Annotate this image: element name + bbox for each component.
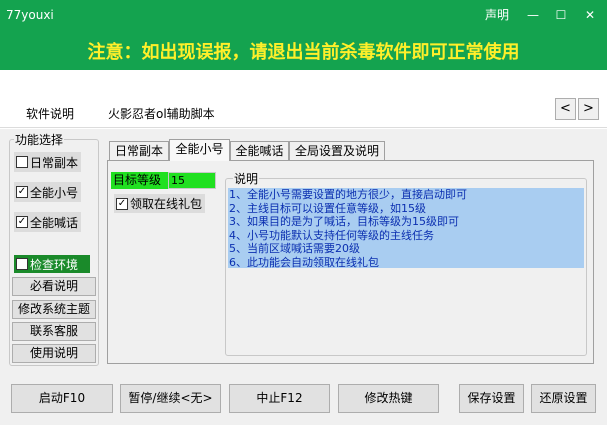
main-tab-strip bbox=[0, 96, 607, 128]
check-env-label: 检查环境 bbox=[30, 257, 79, 272]
pause-resume-button[interactable]: 暂停/继续<无> bbox=[120, 384, 221, 413]
target-level-label: 目标等级 bbox=[111, 172, 168, 189]
check-environment-checkbox[interactable]: 检查环境 bbox=[14, 255, 90, 273]
tab-prev-icon[interactable]: < bbox=[555, 98, 576, 120]
window-title: 77youxi bbox=[6, 8, 54, 22]
tab-shout[interactable]: 全能喊话 bbox=[230, 141, 289, 161]
description-title: 说明 bbox=[233, 170, 260, 187]
list-item: 6、此功能会自动领取在线礼包 bbox=[229, 255, 379, 269]
online-gift-checkbox[interactable]: ✓ 领取在线礼包 bbox=[114, 194, 206, 213]
gift-label: 领取在线礼包 bbox=[130, 197, 203, 211]
list-item: 4、小号功能默认支持任何等级的主线任务 bbox=[229, 228, 434, 242]
function-groupbox-title: 功能选择 bbox=[14, 131, 65, 148]
contact-support-button[interactable]: 联系客服 bbox=[12, 322, 96, 341]
checkbox-box bbox=[16, 258, 28, 270]
tab-naruto-script[interactable]: 火影忍者ol辅助脚本 bbox=[108, 105, 215, 122]
tab-software-info[interactable]: 软件说明 bbox=[26, 105, 74, 122]
close-icon[interactable]: ✕ bbox=[577, 4, 603, 26]
tab-alt-account[interactable]: 全能小号 bbox=[169, 139, 230, 161]
list-item: 3、如果目的是为了喊话，目标等级为15级即可 bbox=[229, 215, 459, 228]
checkbox-label: 全能喊话 bbox=[30, 215, 79, 230]
maximize-icon[interactable]: ☐ bbox=[548, 4, 574, 26]
start-button[interactable]: 启动F10 bbox=[11, 384, 113, 413]
checkbox-label: 全能小号 bbox=[30, 185, 79, 200]
tab-global-settings[interactable]: 全局设置及说明 bbox=[289, 141, 385, 161]
tab-next-icon[interactable]: > bbox=[578, 98, 599, 120]
checkmark-icon: ✓ bbox=[16, 186, 28, 198]
change-theme-button[interactable]: 修改系统主题 bbox=[12, 300, 96, 319]
stop-button[interactable]: 中止F12 bbox=[229, 384, 330, 413]
checkbox-label: 日常副本 bbox=[30, 155, 79, 170]
restore-settings-button[interactable]: 还原设置 bbox=[531, 384, 596, 413]
warning-banner: 注意：如出现误报，请退出当前杀毒软件即可正常使用 bbox=[87, 42, 520, 63]
menu-bar bbox=[0, 70, 607, 96]
declaration-button[interactable]: 声明 bbox=[480, 4, 514, 26]
usage-guide-button[interactable]: 使用说明 bbox=[12, 344, 96, 363]
list-item: 2、主线目标可以设置任意等级，如15级 bbox=[229, 201, 426, 215]
list-item: 1、全能小号需要设置的地方很少，直接启动即可 bbox=[229, 188, 467, 201]
target-level-input[interactable]: 15 bbox=[168, 172, 216, 189]
minimize-icon[interactable]: — bbox=[520, 4, 546, 26]
daily-dungeon-checkbox[interactable]: 日常副本 bbox=[14, 152, 82, 172]
checkbox-box bbox=[16, 156, 28, 168]
must-read-button[interactable]: 必看说明 bbox=[12, 277, 96, 296]
checkmark-icon: ✓ bbox=[116, 197, 128, 210]
description-list: 1、全能小号需要设置的地方很少，直接启动即可 2、主线目标可以设置任意等级，如1… bbox=[228, 188, 584, 269]
alt-account-checkbox[interactable]: ✓ 全能小号 bbox=[14, 182, 82, 202]
list-item: 5、当前区域喊话需要20级 bbox=[229, 242, 360, 255]
save-settings-button[interactable]: 保存设置 bbox=[459, 384, 524, 413]
checkmark-icon: ✓ bbox=[16, 216, 28, 228]
tab-daily-dungeon[interactable]: 日常副本 bbox=[109, 141, 169, 161]
edit-hotkeys-button[interactable]: 修改热键 bbox=[338, 384, 439, 413]
shout-checkbox[interactable]: ✓ 全能喊话 bbox=[14, 212, 82, 232]
